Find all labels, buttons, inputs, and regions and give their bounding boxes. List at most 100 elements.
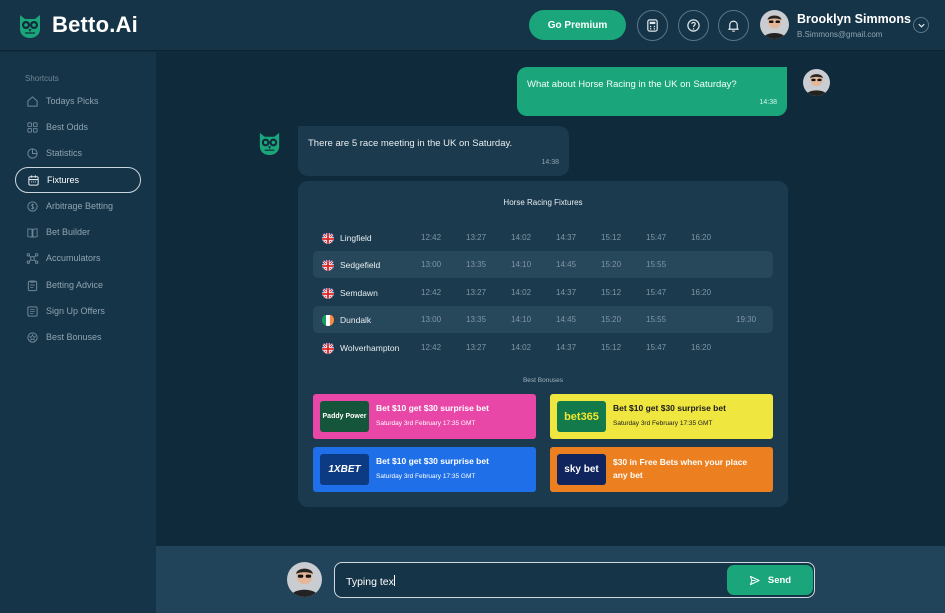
network-icon <box>25 251 39 265</box>
sidebar-item-best-bonuses[interactable]: Best Bonuses <box>15 324 141 350</box>
user-avatar-icon <box>803 69 830 96</box>
fixture-venue: Wolverhampton <box>340 343 400 353</box>
fixture-time[interactable]: 14:45 <box>556 260 576 269</box>
fixture-time[interactable]: 14:45 <box>556 315 576 324</box>
fixture-time[interactable]: 19:30 <box>736 315 756 324</box>
fixture-row[interactable]: Lingfield 12:42 13:27 14:02 14:37 15:12 15:47 1… <box>313 224 773 251</box>
message-input-value: Typing tex <box>346 576 394 588</box>
user-menu-button[interactable] <box>913 17 929 33</box>
sidebar-item-label: Best Bonuses <box>46 332 102 342</box>
bonuses-title: Best Bonuses <box>522 377 564 384</box>
fixture-time[interactable]: 14:02 <box>511 288 531 297</box>
fixture-time[interactable]: 14:02 <box>511 233 531 242</box>
book-icon <box>25 225 39 239</box>
sidebar-item-bet-builder[interactable]: Bet Builder <box>15 219 141 245</box>
sidebar-item-todays-picks[interactable]: Todays Picks <box>15 88 141 114</box>
sidebar-item-sign-up-offers[interactable]: Sign Up Offers <box>15 298 141 324</box>
logo[interactable]: Betto.Ai <box>16 11 138 39</box>
bot-message-text: There are 5 race meeting in the UK on Sa… <box>308 138 513 149</box>
sidebar-item-label: Accumulators <box>46 253 101 263</box>
fixture-time[interactable]: 15:12 <box>601 288 621 297</box>
calendar-icon <box>26 173 40 187</box>
fixtures-title: Horse Racing Fixtures <box>503 198 583 207</box>
bonus-card-sky-bet[interactable]: sky bet $30 in Free Bets when your place… <box>550 447 773 492</box>
fixture-row[interactable]: Dundalk 13:00 13:35 14:10 14:45 15:20 15:55 19:… <box>313 306 773 333</box>
fixture-time[interactable]: 13:27 <box>466 343 486 352</box>
user-avatar-icon <box>287 562 322 597</box>
fixture-time[interactable]: 13:27 <box>466 233 486 242</box>
fixture-time[interactable]: 15:20 <box>601 260 621 269</box>
fixture-time[interactable]: 15:47 <box>646 288 666 297</box>
send-label: Send <box>767 574 792 586</box>
fixture-venue: Lingfield <box>340 233 372 243</box>
fixture-time[interactable]: 16:20 <box>691 288 711 297</box>
fixture-time[interactable]: 15:12 <box>601 233 621 242</box>
bonus-date: Saturday 3rd February 17:35 GMT <box>613 420 713 427</box>
fixture-time[interactable]: 16:20 <box>691 233 711 242</box>
fixture-time[interactable]: 13:35 <box>466 315 486 324</box>
fixture-time[interactable]: 16:20 <box>691 343 711 352</box>
bonus-offer: Bet $10 get $30 surprise bet <box>376 403 489 413</box>
list-icon <box>25 304 39 318</box>
star-badge-icon <box>25 330 39 344</box>
fixture-time[interactable]: 13:00 <box>421 260 441 269</box>
bonus-date: Saturday 3rd February 17:35 GMT <box>376 473 476 480</box>
text-caret <box>393 575 395 586</box>
sidebar-item-fixtures[interactable]: Fixtures <box>15 167 141 193</box>
bonus-card-1xbet[interactable]: 1XBET Bet $10 get $30 surprise bet Satur… <box>313 447 536 492</box>
clipboard-icon <box>25 278 39 292</box>
uk-flag-icon <box>322 287 334 299</box>
home-icon <box>25 94 39 108</box>
fixture-time[interactable]: 13:35 <box>466 260 486 269</box>
fixture-venue: Semdawn <box>340 288 378 298</box>
fixture-time[interactable]: 15:55 <box>646 315 666 324</box>
fixture-row[interactable]: Sedgefield 13:00 13:35 14:10 14:45 15:20 15:55 <box>313 251 773 278</box>
sidebar-item-best-odds[interactable]: Best Odds <box>15 114 141 140</box>
user-email: B.Simmons@gmail.com <box>797 30 883 39</box>
calculator-button[interactable] <box>637 10 668 41</box>
sky-bet-logo: sky bet <box>557 454 606 485</box>
fixture-time[interactable]: 12:42 <box>421 233 441 242</box>
dollar-icon <box>25 199 39 213</box>
fixture-time[interactable]: 15:47 <box>646 233 666 242</box>
fixture-time[interactable]: 14:10 <box>511 260 531 269</box>
go-premium-button[interactable]: Go Premium <box>529 10 626 40</box>
sidebar-item-betting-advice[interactable]: Betting Advice <box>15 272 141 298</box>
bet365-logo: bet365 <box>557 401 606 432</box>
sidebar-item-label: Fixtures <box>47 175 80 185</box>
logo-text: Betto.Ai <box>52 12 138 37</box>
fixture-time[interactable]: 12:42 <box>421 343 441 352</box>
sidebar-item-label: Statistics <box>46 148 83 158</box>
fixture-time[interactable]: 14:37 <box>556 233 576 242</box>
shortcuts-title: Shortcuts <box>25 74 59 83</box>
fixture-time[interactable]: 15:47 <box>646 343 666 352</box>
fixture-row[interactable]: Wolverhampton 12:42 13:27 14:02 14:37 15:12 15… <box>313 334 773 361</box>
fixture-time[interactable]: 13:00 <box>421 315 441 324</box>
sidebar-item-arbitrage-betting[interactable]: Arbitrage Betting <box>15 193 141 219</box>
fixture-time[interactable]: 15:55 <box>646 260 666 269</box>
fixture-row[interactable]: Semdawn 12:42 13:27 14:02 14:37 15:12 15:47 16:… <box>313 279 773 306</box>
fixture-time[interactable]: 13:27 <box>466 288 486 297</box>
help-button[interactable] <box>678 10 709 41</box>
fixture-time[interactable]: 14:37 <box>556 288 576 297</box>
fixture-time[interactable]: 14:10 <box>511 315 531 324</box>
1xbet-logo: 1XBET <box>320 454 369 485</box>
sidebar-item-statistics[interactable]: Statistics <box>15 140 141 166</box>
sidebar-item-label: Sign Up Offers <box>46 306 105 316</box>
avatar[interactable] <box>760 10 789 39</box>
uk-flag-icon <box>322 342 334 354</box>
bonus-card-bet365[interactable]: bet365 Bet $10 get $30 surprise bet Satu… <box>550 394 773 439</box>
fixture-time[interactable]: 14:37 <box>556 343 576 352</box>
send-button[interactable]: Send <box>727 565 813 595</box>
user-avatar-icon <box>760 10 789 39</box>
fixture-time[interactable]: 15:12 <box>601 343 621 352</box>
fixture-time[interactable]: 12:42 <box>421 288 441 297</box>
notifications-button[interactable] <box>718 10 749 41</box>
sidebar-item-label: Bet Builder <box>46 227 91 237</box>
bot-message-bubble: There are 5 race meeting in the UK on Sa… <box>298 126 569 176</box>
fixture-time[interactable]: 14:02 <box>511 343 531 352</box>
sidebar-item-label: Todays Picks <box>46 96 99 106</box>
fixture-time[interactable]: 15:20 <box>601 315 621 324</box>
bonus-card-paddy-power[interactable]: Paddy Power Bet $10 get $30 surprise bet… <box>313 394 536 439</box>
sidebar-item-accumulators[interactable]: Accumulators <box>15 245 141 271</box>
